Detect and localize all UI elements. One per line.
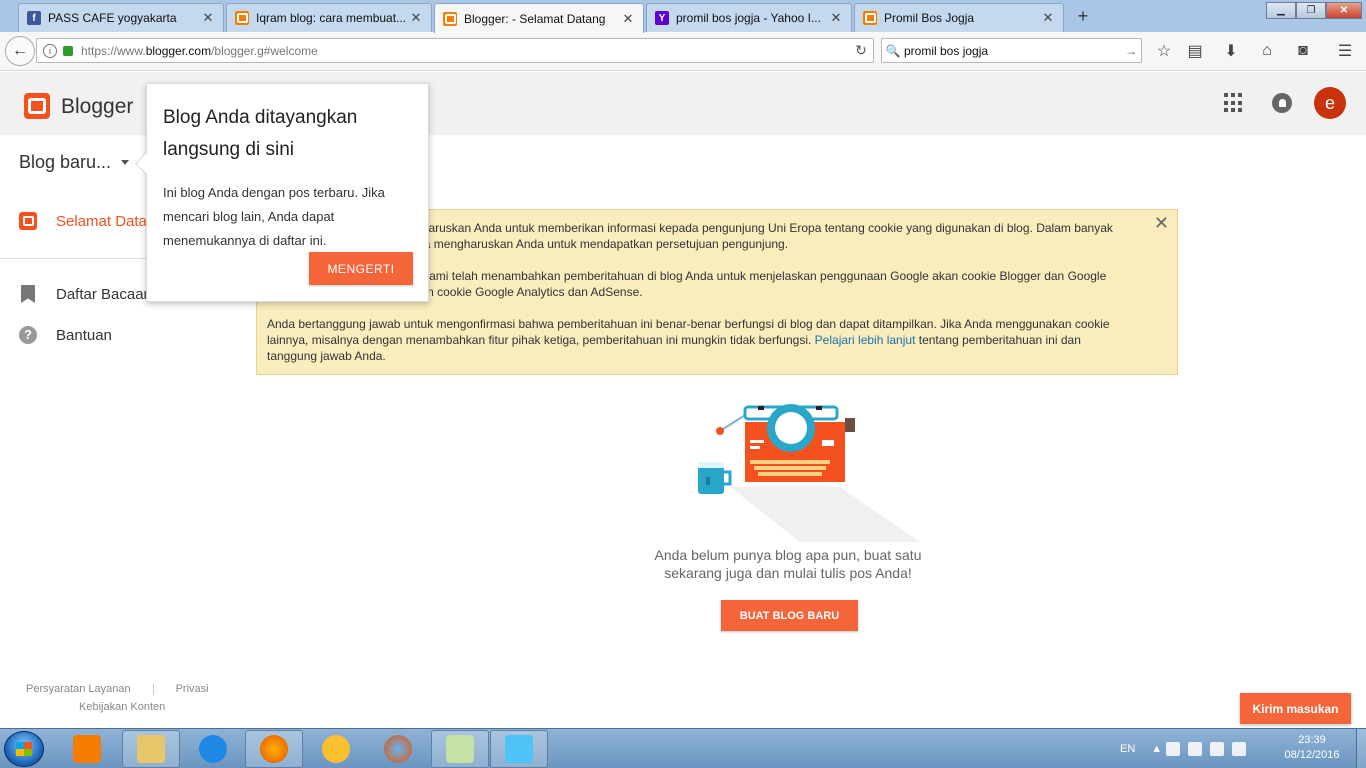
paint-icon[interactable] [431,730,489,768]
flag-icon[interactable] [1232,742,1247,756]
got-it-button[interactable]: MENGERTI [309,252,413,285]
maximize-button[interactable]: ❐ [1296,2,1326,19]
network-icon[interactable] [1188,742,1203,756]
terms-link[interactable]: Persyaratan Layanan [26,683,131,695]
footer: Persyaratan Layanan Privasi Kebijakan Kon… [26,683,209,713]
close-tab-icon[interactable]: ✕ [201,10,215,26]
avatar[interactable]: e [1314,87,1346,119]
blog-selector-label: Blog baru... [19,152,112,172]
browser-tab-strip: f PASS CAFE yogyakarta ✕ Iqram blog: car… [0,0,1366,33]
create-new-blog-button[interactable]: BUAT BLOG BARU [721,600,858,631]
notice-paragraph: Anda bertanggung jawab untuk mengonfirma… [267,317,1110,363]
reading-list-icon[interactable]: ▤ [1184,40,1206,62]
tab-title: Blogger: - Selamat Datang [464,11,606,26]
close-tab-icon[interactable]: ✕ [409,10,423,26]
browser-tab-active[interactable]: Blogger: - Selamat Datang ✕ [434,3,644,33]
tab-title: PASS CAFE yogyakarta [48,11,177,25]
menu-icon[interactable]: ☰ [1334,40,1356,62]
blogger-icon [443,11,457,26]
tab-title: Promil Bos Jogja [884,11,975,25]
tray-chevron-icon[interactable]: ▲ [1151,743,1162,755]
clock[interactable]: 23:39 08/12/2016 [1278,733,1346,763]
tab-title: Iqram blog: cara membuat... [256,11,407,25]
navigation-bar: ← i https://www.blogger.com/blogger.g#we… [0,32,1366,71]
caret-down-icon [121,160,130,165]
home-icon[interactable]: ⌂ [1256,40,1278,62]
firefox-alt-icon[interactable] [369,730,427,768]
sidebar-item-label: Daftar Bacaan [56,285,152,303]
close-window-button[interactable]: ✕ [1326,2,1362,19]
search-icon: 🔍 [885,43,901,58]
browser-tab[interactable]: f PASS CAFE yogyakarta ✕ [18,3,224,32]
minimize-button[interactable]: ▁ [1266,2,1296,19]
search-bar[interactable]: 🔍 promil bos jogja → [881,38,1142,63]
search-input[interactable]: promil bos jogja [904,44,1121,58]
system-tray: EN ▲ [1120,729,1250,768]
browser-tab[interactable]: Promil Bos Jogja ✕ [854,3,1064,32]
firefox-icon[interactable] [245,730,303,768]
photo-viewer-icon[interactable] [490,730,548,768]
back-button[interactable]: ← [5,36,35,66]
downloads-icon[interactable]: ⬇ [1220,40,1242,62]
new-tab-button[interactable]: + [1072,6,1094,28]
yahoo-icon: Y [655,11,669,25]
tab-title: promil bos jogja - Yahoo I... [676,11,821,25]
app-icon[interactable] [307,730,365,768]
battery-icon[interactable] [1210,742,1225,756]
internet-explorer-icon[interactable] [184,730,242,768]
media-player-icon[interactable] [58,730,116,768]
onboarding-popup: Blog Anda ditayangkan langsung di sini I… [146,83,429,302]
lock-icon[interactable] [63,45,73,56]
windows-taskbar: EN ▲ [0,728,1366,768]
logo-text[interactable]: Blogger [61,95,133,119]
privacy-link[interactable]: Privasi [176,683,209,695]
send-feedback-button[interactable]: Kirim masukan [1240,693,1351,724]
volume-icon[interactable] [1166,742,1181,756]
start-button[interactable] [4,731,44,767]
search-go-icon[interactable]: → [1121,44,1141,58]
empty-state-message: Anda belum punya blog apa pun, buat satu… [654,547,922,581]
show-desktop-button[interactable] [1356,729,1366,768]
content-policy-link[interactable]: Kebijakan Konten [79,701,209,713]
popup-body: Ini blog Anda dengan pos terbaru. Jika m… [163,185,385,248]
sidebar-item-label: Bantuan [56,326,112,344]
blog-selector[interactable]: Blog baru... [19,152,130,173]
blogger-icon [863,11,877,25]
facebook-icon: f [27,11,41,25]
help-icon: ? [19,326,37,344]
close-tab-icon[interactable]: ✕ [829,10,843,26]
blogger-icon [235,11,249,25]
close-tab-icon[interactable]: ✕ [621,11,635,27]
language-indicator[interactable]: EN [1120,743,1135,755]
notifications-bell-icon[interactable] [1272,93,1292,113]
address-bar[interactable]: i https://www.blogger.com/blogger.g#welc… [36,38,874,63]
url-text[interactable]: https://www.blogger.com/blogger.g#welcom… [81,44,849,58]
popup-title: Blog Anda ditayangkan langsung di sini [163,107,358,160]
apps-grid-icon[interactable] [1224,93,1244,113]
bookmark-star-icon[interactable]: ☆ [1153,40,1175,62]
close-icon[interactable]: ✕ [1154,214,1169,232]
browser-tab[interactable]: Iqram blog: cara membuat... ✕ [226,3,432,32]
blogger-icon [19,212,37,230]
pocket-icon[interactable]: ◙ [1292,40,1314,62]
bookmark-icon [21,285,35,303]
sidebar-item-help[interactable]: ? Bantuan [0,315,250,355]
typewriter-illustration [698,404,920,542]
learn-more-link[interactable]: Pelajari lebih lanjut [815,333,916,347]
browser-tab[interactable]: Y promil bos jogja - Yahoo I... ✕ [646,3,852,32]
reload-icon[interactable]: ↻ [849,42,873,59]
info-icon[interactable]: i [43,43,57,58]
close-tab-icon[interactable]: ✕ [1041,10,1055,26]
file-explorer-icon[interactable] [122,730,180,768]
blogger-logo-icon[interactable] [24,93,50,119]
